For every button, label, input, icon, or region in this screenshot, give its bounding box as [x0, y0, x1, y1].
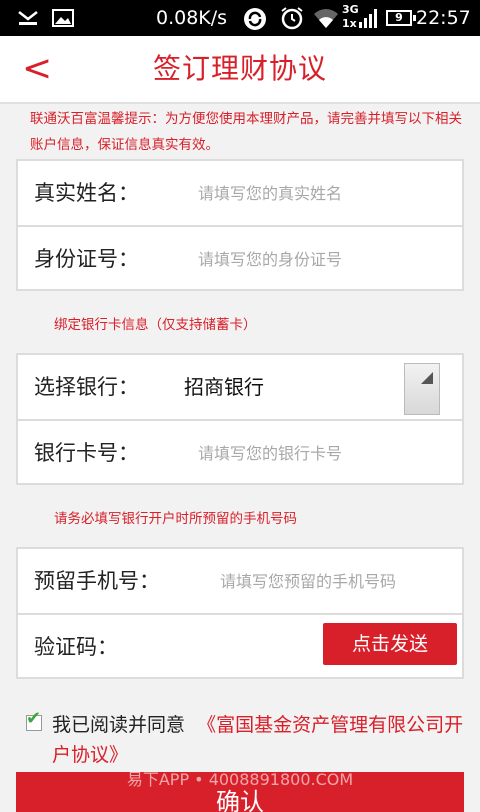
agreement-text: 我已阅读并同意 《富国基金资产管理有限公司开户协议》	[52, 710, 464, 770]
card-number-row: 银行卡号：	[18, 419, 462, 485]
dropdown-arrow-icon	[421, 372, 433, 384]
agree-checkbox[interactable]: ✔	[26, 710, 42, 731]
phone-panel: 预留手机号： 验证码： 点击发送	[16, 547, 464, 679]
bank-dropdown-button[interactable]	[404, 363, 440, 415]
card-number-input[interactable]	[198, 433, 448, 473]
title-bar: < 签订理财协议	[0, 36, 480, 104]
phone-row: 预留手机号：	[18, 549, 462, 613]
phone-hint: 请务必填写银行开户时所预留的手机号码	[54, 511, 297, 527]
id-number-row: 身份证号：	[18, 225, 462, 291]
signal-type: 3G 1x	[342, 3, 359, 31]
card-number-label: 银行卡号：	[34, 441, 139, 465]
bank-panel: 选择银行： 招商银行 银行卡号：	[16, 353, 464, 485]
id-number-input[interactable]	[198, 239, 448, 279]
battery-icon: 9	[386, 10, 416, 26]
agreement-lead: 我已阅读并同意	[52, 714, 186, 736]
image-icon	[52, 9, 74, 27]
real-name-input[interactable]	[198, 173, 448, 213]
notification-icon	[18, 11, 38, 25]
real-name-row: 真实姓名：	[18, 161, 462, 225]
clock: 22:57	[416, 7, 471, 29]
verify-code-row: 验证码： 点击发送	[18, 613, 462, 679]
watermark: 易下APP • 4008891800.COM	[126, 770, 354, 789]
identity-panel: 真实姓名： 身份证号：	[16, 159, 464, 291]
battery-level: 9	[395, 11, 403, 24]
wifi-icon	[314, 9, 338, 28]
signal-icon	[359, 9, 377, 28]
notice-text: 联通沃百富温馨提示：为方便您使用本理财产品，请完善并填写以下相关账户信息，保证信…	[30, 111, 462, 153]
signal-type-label: 3G	[342, 3, 359, 16]
bank-hint: 绑定银行卡信息（仅支持储蓄卡）	[54, 317, 257, 333]
real-name-label: 真实姓名：	[34, 181, 139, 205]
verify-code-label: 验证码：	[34, 635, 118, 659]
network-speed: 0.08K/s	[156, 7, 228, 29]
status-bar: 0.08K/s 3G 1x 9 22:57	[0, 0, 480, 36]
bank-select-label: 选择银行：	[34, 375, 139, 399]
id-number-label: 身份证号：	[34, 247, 139, 271]
alarm-icon	[281, 7, 303, 30]
bank-select-row: 选择银行： 招商银行	[18, 355, 462, 419]
checkmark-icon: ✔	[26, 708, 42, 729]
signal-sub-label: 1x	[342, 17, 357, 30]
send-code-button[interactable]: 点击发送	[323, 623, 457, 665]
phone-input[interactable]	[220, 561, 456, 601]
page-title: 签订理财协议	[152, 52, 327, 85]
bank-select[interactable]: 招商银行	[184, 355, 264, 419]
phone-label: 预留手机号：	[34, 569, 160, 593]
verify-code-input[interactable]	[138, 627, 308, 667]
sync-icon	[244, 8, 266, 30]
